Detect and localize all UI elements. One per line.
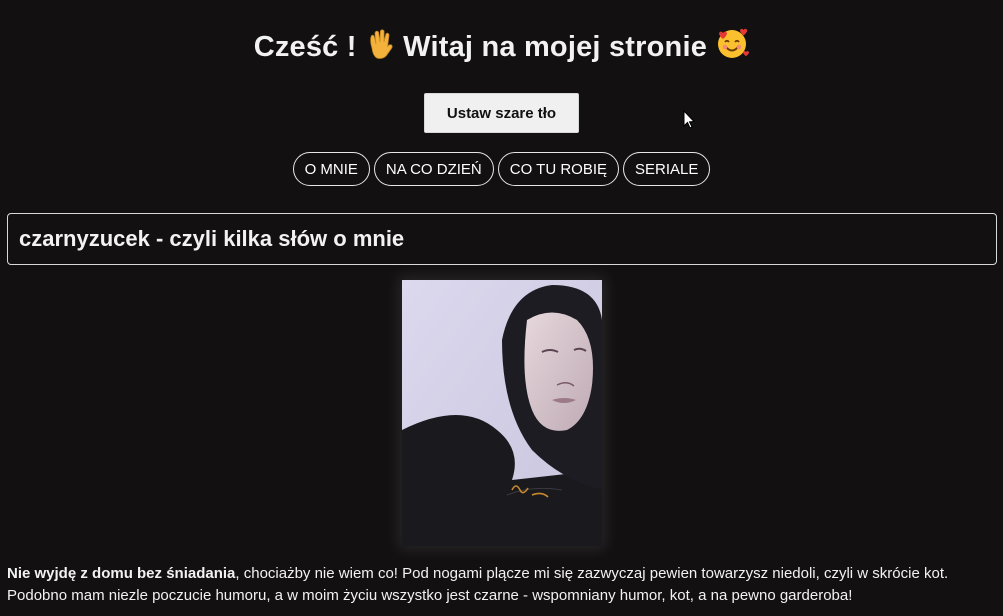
page-title: Cześć ! Witaj na mojej stronie (0, 26, 1003, 68)
section-header: czarnyzucek - czyli kilka słów o mnie (7, 213, 997, 265)
waving-hand-icon (365, 28, 395, 68)
mouse-cursor-icon (683, 109, 696, 135)
nav-item-everyday[interactable]: NA CO DZIEŃ (373, 152, 494, 186)
page: Cześć ! Witaj na mojej stronie Ustaw sza… (0, 0, 1003, 616)
nav-item-about-me[interactable]: O MNIE (292, 152, 370, 186)
greeting-start: Cześć ! (253, 31, 357, 63)
greeting-end: Witaj na mojej stronie (403, 31, 708, 63)
profile-photo (402, 280, 602, 546)
section-title: czarnyzucek - czyli kilka słów o mnie (19, 226, 405, 251)
set-gray-background-button[interactable]: Ustaw szare tło (424, 93, 579, 133)
nav-item-what-i-do[interactable]: CO TU ROBIĘ (497, 152, 620, 186)
bio-bold-lead: Nie wyjdę z domu bez śniadania (7, 565, 236, 582)
smiling-face-with-hearts-icon (715, 26, 750, 68)
nav-item-series[interactable]: SERIALE (623, 152, 711, 186)
bio-text: Nie wyjdę z domu bez śniadania, chociażb… (7, 563, 999, 607)
section-nav: O MNIE NA CO DZIEŃ CO TU ROBIĘ SERIALE (0, 152, 1003, 186)
